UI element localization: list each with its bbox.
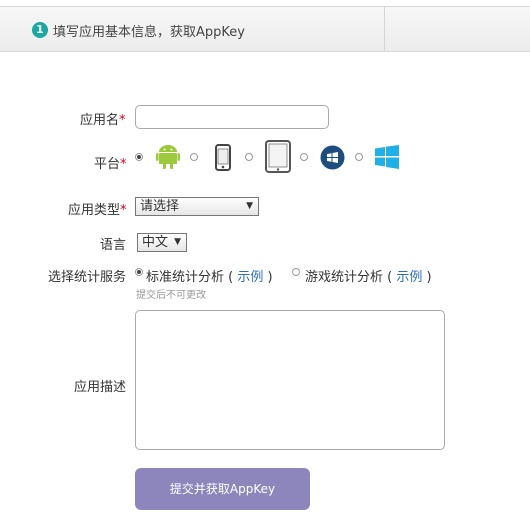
step-number-badge: 1 bbox=[32, 22, 48, 38]
header-divider bbox=[384, 7, 385, 51]
stats-radio-standard[interactable] bbox=[135, 268, 143, 276]
standard-example-link[interactable]: 示例 bbox=[237, 270, 263, 285]
iphone-icon[interactable] bbox=[215, 144, 231, 171]
stats-service-label: 选择统计服务 bbox=[48, 270, 127, 285]
description-label: 应用描述 bbox=[74, 380, 127, 395]
stats-option-game: 游戏统计分析 ( 示例 ) bbox=[305, 270, 432, 285]
windows-icon[interactable] bbox=[375, 145, 399, 169]
step-title: 填写应用基本信息，获取AppKey bbox=[53, 25, 245, 40]
language-select[interactable]: 中文 ▼ bbox=[137, 233, 187, 252]
game-example-link[interactable]: 示例 bbox=[396, 270, 422, 285]
language-label: 语言 bbox=[100, 238, 127, 253]
platform-radio-android[interactable] bbox=[135, 153, 143, 161]
platform-radio-ipad[interactable] bbox=[245, 153, 253, 161]
app-type-label: 应用类型* bbox=[68, 203, 127, 218]
ipad-icon[interactable] bbox=[265, 140, 291, 173]
platform-radio-windows[interactable] bbox=[355, 153, 363, 161]
app-name-label: 应用名* bbox=[80, 113, 126, 128]
submit-button[interactable]: 提交并获取AppKey bbox=[135, 468, 310, 510]
android-icon[interactable] bbox=[156, 144, 180, 170]
windows-phone-icon[interactable] bbox=[320, 145, 345, 170]
platform-radio-windows-phone[interactable] bbox=[300, 153, 308, 161]
platform-label: 平台* bbox=[94, 157, 127, 172]
stats-option-standard: 标准统计分析 ( 示例 ) bbox=[146, 270, 273, 285]
app-type-select[interactable]: 请选择 ▼ bbox=[135, 197, 259, 216]
app-name-input[interactable] bbox=[135, 105, 329, 129]
stats-radio-game[interactable] bbox=[292, 268, 300, 276]
platform-radio-iphone[interactable] bbox=[190, 153, 198, 161]
step-header: 1 填写应用基本信息，获取AppKey bbox=[0, 6, 530, 52]
dropdown-arrow-icon: ▼ bbox=[246, 201, 253, 211]
stats-hint: 提交后不可更改 bbox=[136, 290, 206, 301]
dropdown-arrow-icon: ▼ bbox=[174, 237, 181, 247]
description-textarea[interactable] bbox=[135, 310, 445, 450]
